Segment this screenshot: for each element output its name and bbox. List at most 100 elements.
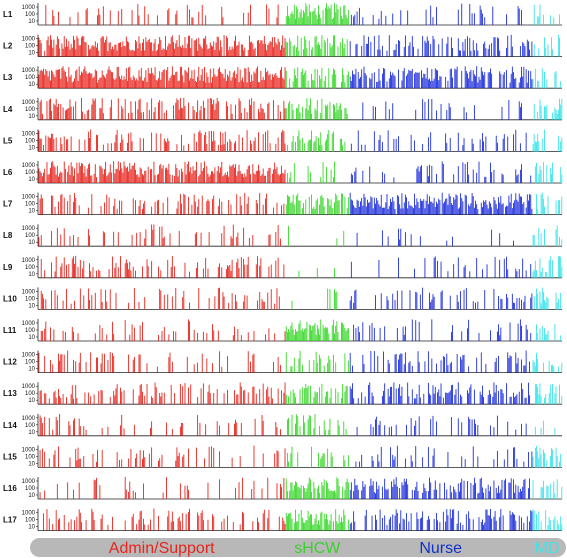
bar	[92, 98, 94, 120]
bar	[540, 454, 542, 468]
bar	[200, 75, 202, 89]
bar	[181, 134, 182, 152]
bar	[268, 509, 270, 531]
bar	[549, 455, 551, 468]
bar	[377, 49, 379, 57]
bar	[345, 429, 347, 436]
bar	[332, 491, 334, 499]
bar	[284, 67, 286, 89]
bar	[537, 80, 539, 89]
bar	[384, 207, 386, 215]
bar	[163, 49, 165, 57]
bar	[60, 354, 62, 373]
bar	[188, 35, 189, 57]
bar	[312, 208, 314, 215]
bar	[225, 175, 227, 183]
bar	[53, 16, 55, 25]
bar	[555, 292, 557, 310]
bar	[454, 68, 456, 89]
bar	[407, 10, 409, 25]
bar	[530, 264, 532, 278]
bar	[326, 481, 327, 499]
bar	[240, 173, 242, 183]
bar	[316, 268, 318, 278]
bar	[344, 107, 346, 120]
bar	[156, 174, 158, 183]
bar	[39, 171, 41, 183]
bar	[290, 203, 292, 215]
bar	[113, 205, 115, 215]
bar	[532, 144, 534, 152]
bar	[207, 268, 209, 278]
bar	[204, 66, 205, 89]
bar	[38, 352, 40, 373]
bar	[476, 357, 478, 373]
bar	[336, 238, 338, 247]
bar	[419, 518, 421, 531]
bar	[362, 102, 364, 120]
bar	[418, 384, 420, 405]
bar	[101, 70, 103, 89]
bar	[493, 37, 495, 57]
bar	[183, 47, 185, 57]
bar	[213, 173, 215, 183]
bar	[358, 7, 360, 26]
row-l8: L8100010010	[3, 224, 563, 247]
bar	[370, 424, 372, 436]
bar	[350, 173, 352, 183]
bar	[139, 137, 141, 152]
bar	[58, 103, 59, 120]
bar	[521, 491, 522, 499]
bar	[457, 418, 459, 436]
bar	[197, 332, 199, 341]
bar	[347, 360, 349, 373]
bar	[230, 104, 232, 120]
bar	[296, 78, 298, 89]
bar	[84, 114, 86, 120]
bar	[298, 513, 300, 531]
bar	[316, 18, 318, 25]
bar	[319, 524, 321, 531]
bar	[561, 266, 563, 278]
bar	[424, 361, 426, 373]
bar	[227, 106, 228, 120]
bar	[250, 361, 251, 373]
bar	[328, 355, 330, 373]
bar	[68, 263, 70, 278]
bar	[63, 354, 65, 373]
bar	[313, 80, 315, 89]
bar	[58, 69, 59, 89]
bar	[544, 397, 545, 405]
bar	[179, 46, 181, 57]
bar	[296, 521, 298, 531]
bar	[554, 72, 556, 89]
bar	[85, 362, 87, 373]
bar	[439, 483, 441, 499]
bar	[176, 144, 178, 152]
bar	[422, 200, 424, 215]
bar	[491, 229, 493, 247]
bar	[502, 515, 504, 531]
bar	[217, 37, 219, 57]
bar	[411, 319, 413, 341]
bar	[364, 197, 366, 215]
bar	[240, 205, 242, 215]
bar	[303, 415, 304, 436]
bar	[222, 292, 224, 310]
row-l13: L13100010010	[3, 382, 563, 405]
bar	[243, 50, 245, 57]
bar	[454, 199, 456, 215]
bar	[289, 490, 291, 499]
bar	[167, 10, 169, 25]
bar	[515, 395, 517, 405]
bar	[124, 263, 126, 278]
bar	[213, 195, 215, 215]
bar	[301, 328, 303, 341]
bar	[360, 77, 361, 89]
bar	[192, 17, 194, 25]
bar	[47, 76, 49, 89]
bar	[449, 390, 451, 405]
bar	[69, 425, 71, 436]
bar	[276, 427, 278, 436]
bar	[373, 327, 375, 341]
